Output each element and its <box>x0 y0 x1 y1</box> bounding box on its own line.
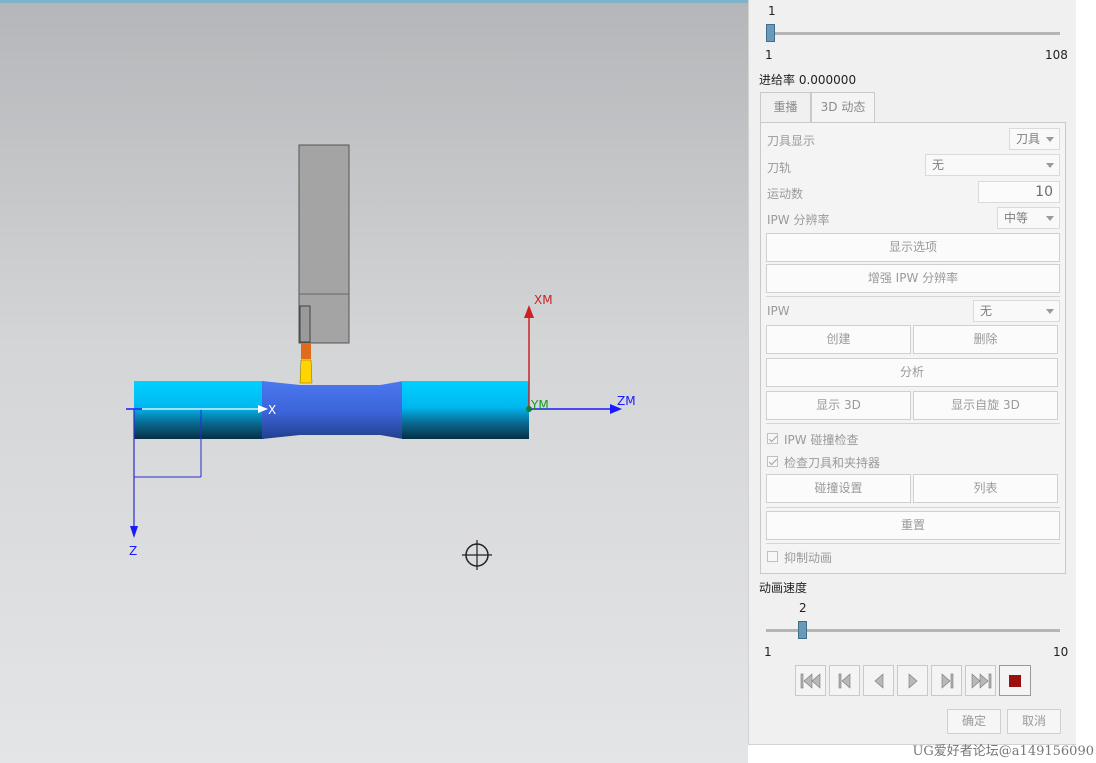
tool-insert-base <box>301 343 311 359</box>
axis-label-x: X <box>268 403 276 417</box>
skip-to-start-button[interactable] <box>795 665 826 696</box>
feed-rate-label: 进给率 0.000000 <box>759 73 857 87</box>
window-edge <box>1076 0 1096 745</box>
chevron-down-icon <box>1046 216 1054 221</box>
workpiece-machined <box>262 381 403 439</box>
axis-label-z: Z <box>129 544 137 558</box>
motion-slider-max: 108 <box>1045 48 1068 62</box>
animation-speed-thumb[interactable] <box>797 621 807 639</box>
motion-slider-min: 1 <box>765 48 773 62</box>
tool-display-value: 刀具 <box>1016 132 1041 146</box>
step-back-icon <box>838 672 850 689</box>
divider <box>766 423 1060 424</box>
show-3d-button[interactable]: 显示 3D <box>766 391 911 420</box>
analyze-button[interactable]: 分析 <box>766 358 1058 387</box>
step-back-button[interactable] <box>829 665 860 696</box>
simulation-dialog: 1 1 108 进给率 0.000000 重播 3D 动态 刀具显示 刀具 刀轨… <box>748 0 1076 745</box>
watermark: UG爱好者论坛@a149156090 <box>912 744 1094 759</box>
stop-button[interactable] <box>999 665 1031 696</box>
divider <box>766 507 1060 508</box>
show-spin-3d-button[interactable]: 显示自旋 3D <box>913 391 1058 420</box>
tool-shank <box>299 305 311 343</box>
workpiece-right <box>402 381 529 439</box>
motion-slider-track[interactable] <box>768 32 1060 35</box>
ipw-resolution-value: 中等 <box>1004 211 1029 225</box>
play-reverse-button[interactable] <box>863 665 894 696</box>
increase-ipw-resolution-button[interactable]: 增强 IPW 分辨率 <box>766 264 1060 293</box>
play-reverse-icon <box>874 672 883 689</box>
tool-path-select[interactable]: 无 <box>925 154 1060 176</box>
tool-path-label: 刀轨 <box>767 161 792 175</box>
tool-path-value: 无 <box>932 158 945 172</box>
animation-speed-label: 动画速度 <box>759 581 808 595</box>
play-forward-button[interactable] <box>897 665 928 696</box>
ipw-collision-check-checkbox[interactable] <box>767 433 778 444</box>
list-button[interactable]: 列表 <box>913 474 1058 503</box>
viewport-scene: X Z XM ZM YM <box>126 144 636 570</box>
tool-display-label: 刀具显示 <box>767 134 816 148</box>
divider <box>766 543 1060 544</box>
create-button[interactable]: 创建 <box>766 325 911 354</box>
check-tool-holder-label: 检查刀具和夹持器 <box>784 456 881 470</box>
suppress-animation-label: 抑制动画 <box>784 551 833 565</box>
ok-button[interactable]: 确定 <box>947 709 1001 734</box>
axis-label-ym: YM <box>530 398 549 412</box>
ipw-label: IPW <box>767 304 790 318</box>
chevron-down-icon <box>1046 309 1054 314</box>
graphics-viewport[interactable]: X Z XM ZM YM <box>0 0 748 763</box>
animation-speed-track[interactable] <box>766 629 1060 632</box>
tab-replay[interactable]: 重播 <box>760 92 811 122</box>
play-forward-icon <box>908 672 917 689</box>
ipw-collision-check-label: IPW 碰撞检查 <box>784 433 859 447</box>
reset-button[interactable]: 重置 <box>766 511 1060 540</box>
delete-button[interactable]: 删除 <box>913 325 1058 354</box>
skip-to-end-icon <box>971 672 991 689</box>
suppress-animation-checkbox[interactable] <box>767 551 778 562</box>
stop-icon <box>1009 674 1021 687</box>
axis-label-xm: XM <box>534 293 553 307</box>
animation-speed-max: 10 <box>1053 645 1069 659</box>
workpiece-left <box>134 381 264 439</box>
ipw-resolution-select[interactable]: 中等 <box>997 207 1060 229</box>
step-forward-button[interactable] <box>931 665 962 696</box>
chevron-down-icon <box>1046 163 1054 168</box>
motion-count-label: 运动数 <box>767 187 804 201</box>
check-tool-holder-checkbox[interactable] <box>767 456 778 467</box>
3d-dynamic-panel: 刀具显示 刀具 刀轨 无 运动数 10 IPW 分辨率 中等 显示选项 增强 I… <box>760 122 1066 574</box>
step-forward-icon <box>941 672 953 689</box>
tool-display-select[interactable]: 刀具 <box>1009 128 1060 150</box>
skip-to-end-button[interactable] <box>965 665 996 696</box>
tab-3d-dynamic[interactable]: 3D 动态 <box>811 92 875 123</box>
animation-speed-min: 1 <box>764 645 772 659</box>
ipw-resolution-label: IPW 分辨率 <box>767 213 830 227</box>
ipw-value: 无 <box>980 304 993 318</box>
show-options-button[interactable]: 显示选项 <box>766 233 1060 262</box>
ipw-select[interactable]: 无 <box>973 300 1060 322</box>
tool-insert <box>299 359 313 384</box>
divider <box>766 296 1060 297</box>
motion-slider-thumb[interactable] <box>766 24 775 42</box>
animation-speed-current: 2 <box>799 601 807 615</box>
axis-label-zm: ZM <box>617 394 636 408</box>
collision-settings-button[interactable]: 碰撞设置 <box>766 474 911 503</box>
crosshair-cursor-icon <box>462 540 492 570</box>
motion-count-input[interactable]: 10 <box>978 181 1060 203</box>
motion-slider-current: 1 <box>768 4 776 18</box>
skip-to-start-icon <box>800 672 820 689</box>
cancel-button[interactable]: 取消 <box>1007 709 1061 734</box>
chevron-down-icon <box>1046 137 1054 142</box>
